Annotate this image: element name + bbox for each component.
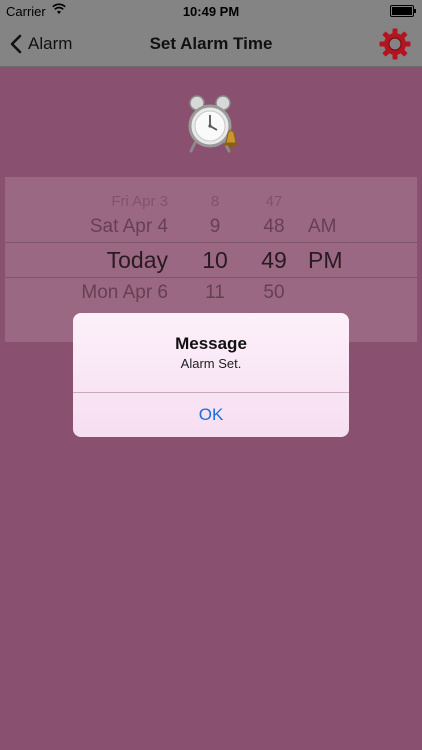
picker-hour: 11: [205, 282, 225, 303]
alert-title: Message: [175, 334, 247, 353]
picker-day: Today: [106, 247, 168, 273]
picker-ampm: PM: [308, 247, 343, 273]
picker-hour: 9: [209, 216, 221, 237]
picker-ampm: AM: [308, 216, 337, 237]
status-time: 10:49 PM: [182, 4, 240, 19]
picker-minute: 49: [261, 247, 287, 273]
picker-hour: 8: [210, 193, 220, 210]
alert-dialog: Message Alarm Set. OK: [73, 313, 349, 437]
picker-minute: 47: [265, 193, 283, 210]
gear-icon[interactable]: [378, 27, 412, 61]
picker-row[interactable]: Mon Apr 6 11 50: [0, 282, 412, 316]
picker-row[interactable]: Sat Apr 4 9 48 AM: [0, 216, 412, 250]
picker-day: Sat Apr 4: [89, 216, 168, 237]
picker-minute: 50: [263, 282, 285, 303]
alarm-clock-icon: [188, 95, 238, 153]
picker-hour: 10: [202, 247, 228, 273]
battery-icon: [390, 5, 416, 17]
picker-day: Mon Apr 6: [81, 282, 168, 303]
page-title: Set Alarm Time: [149, 34, 273, 53]
picker-row-selected[interactable]: Today 10 49 PM: [0, 247, 412, 281]
picker-day: Fri Apr 3: [111, 193, 168, 210]
navigation-bar: Alarm Set Alarm Time: [0, 22, 422, 67]
alert-message: Alarm Set.: [180, 356, 242, 371]
status-bar: Carrier 10:49 PM: [0, 0, 422, 22]
picker-minute: 48: [263, 216, 285, 237]
ok-button[interactable]: OK: [73, 393, 349, 437]
